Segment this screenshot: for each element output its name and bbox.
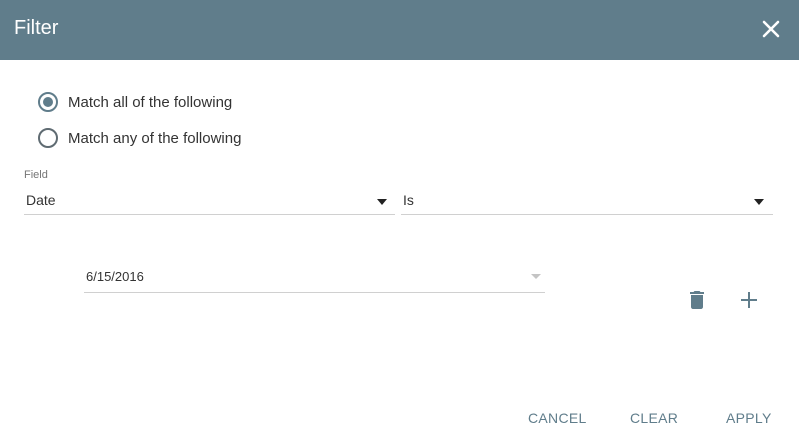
field-select[interactable]: Date (24, 188, 395, 215)
close-button[interactable] (758, 16, 784, 42)
chevron-down-icon (531, 274, 541, 279)
trash-icon (690, 291, 704, 309)
dialog-header: Filter (0, 0, 799, 60)
chevron-down-icon (754, 199, 764, 205)
operator-select-value: Is (403, 192, 414, 208)
radio-unchecked-icon (38, 128, 58, 148)
field-select-value: Date (26, 192, 56, 208)
date-value: 6/15/2016 (86, 269, 144, 284)
cancel-button[interactable]: CANCEL (528, 410, 587, 426)
add-condition-button[interactable] (737, 288, 761, 312)
plus-icon (741, 292, 757, 308)
match-all-label: Match all of the following (68, 93, 233, 111)
filter-dialog: Filter Match all of the following Match … (0, 0, 799, 442)
delete-condition-button[interactable] (685, 288, 709, 312)
field-label: Field (24, 169, 48, 181)
operator-select[interactable]: Is (401, 188, 773, 215)
date-picker-input[interactable]: 6/15/2016 (84, 266, 545, 293)
match-any-label: Match any of the following (68, 129, 242, 147)
match-any-radio[interactable]: Match any of the following (38, 127, 241, 149)
dialog-title: Filter (14, 17, 59, 39)
chevron-down-icon (377, 199, 387, 205)
apply-button[interactable]: APPLY (726, 410, 772, 426)
radio-checked-icon (38, 92, 58, 112)
match-all-radio[interactable]: Match all of the following (38, 91, 232, 113)
close-icon (762, 20, 780, 38)
clear-button[interactable]: CLEAR (630, 410, 678, 426)
